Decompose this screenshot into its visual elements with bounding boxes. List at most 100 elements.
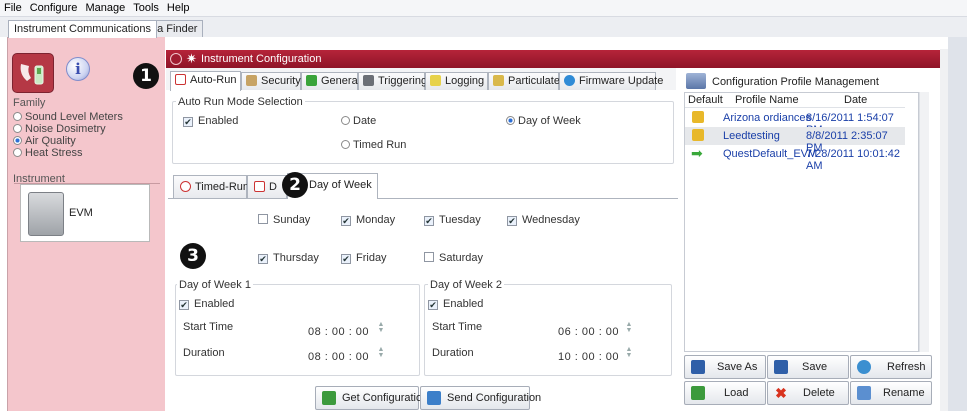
spinner-icon[interactable]: ▲ ▼ bbox=[377, 346, 385, 359]
tab-general[interactable]: General bbox=[301, 72, 360, 90]
family-noise-dosimetry[interactable]: Noise Dosimetry bbox=[13, 123, 106, 135]
save-button[interactable]: Save bbox=[767, 355, 849, 379]
menu-tools[interactable]: Tools bbox=[129, 0, 163, 14]
column-date[interactable]: Date bbox=[844, 94, 867, 106]
config-title-bar: ✷ Instrument Configuration bbox=[166, 50, 945, 68]
family-heat-stress[interactable]: Heat Stress bbox=[13, 147, 82, 159]
spinner-icon[interactable]: ▲ ▼ bbox=[377, 321, 385, 334]
clock-icon bbox=[180, 181, 191, 192]
checkbox-label: Enabled bbox=[443, 298, 484, 310]
day-wednesday-checkbox[interactable]: ✔ Wednesday bbox=[507, 214, 580, 226]
auto-run-group-label: Auto Run Mode Selection bbox=[176, 96, 305, 108]
day-sunday-checkbox[interactable]: Sunday bbox=[258, 214, 310, 226]
column-default[interactable]: Default bbox=[688, 94, 723, 106]
day-label: Saturday bbox=[439, 252, 484, 264]
button-label: Rename bbox=[883, 387, 925, 399]
get-configuration-button[interactable]: Get Configuration bbox=[315, 386, 428, 410]
radio-icon bbox=[341, 140, 350, 149]
checkbox-checked-icon: ✔ bbox=[183, 117, 193, 127]
spinner-icon[interactable]: ▲ ▼ bbox=[625, 346, 633, 359]
profile-row[interactable]: ➡ QuestDefault_EVM 7/28/2011 10:01:42 AM bbox=[685, 145, 905, 172]
family-sound-level-meters[interactable]: Sound Level Meters bbox=[13, 111, 123, 123]
checkbox-checked-icon: ✔ bbox=[258, 254, 268, 264]
spinner-icon[interactable]: ▲ ▼ bbox=[625, 321, 633, 334]
mode-date-radio[interactable]: Date bbox=[341, 115, 376, 127]
unlock-icon bbox=[692, 111, 704, 123]
profiles-icon bbox=[686, 73, 706, 89]
dow2-enabled-checkbox[interactable]: ✔ Enabled bbox=[428, 298, 483, 310]
upload-icon bbox=[427, 391, 441, 405]
dow2-start-label: Start Time bbox=[432, 321, 483, 333]
button-label: Send Configuration bbox=[447, 392, 542, 404]
table-header-divider bbox=[685, 107, 905, 108]
rename-icon bbox=[857, 386, 871, 400]
tab-label: Particulate bbox=[508, 75, 560, 87]
rename-button[interactable]: Rename bbox=[850, 381, 932, 405]
profile-scrollbar[interactable] bbox=[919, 92, 929, 352]
dow2-start-time-input[interactable]: 06 : 00 : 00 bbox=[558, 326, 619, 338]
menu-manage[interactable]: Manage bbox=[81, 0, 129, 14]
send-configuration-button[interactable]: Send Configuration bbox=[420, 386, 541, 410]
tab-logging[interactable]: Logging bbox=[425, 72, 488, 90]
delete-button[interactable]: ✖ Delete bbox=[767, 381, 849, 405]
subtab-label: D bbox=[269, 181, 277, 193]
day-label: Wednesday bbox=[522, 214, 580, 226]
trigger-icon bbox=[363, 75, 374, 86]
save-as-button[interactable]: Save As bbox=[684, 355, 766, 379]
profile-row[interactable]: Arizona ordiances 8/16/2011 1:54:07 PM bbox=[685, 109, 905, 136]
dow1-duration-label: Duration bbox=[183, 347, 225, 359]
main-scrollbar[interactable] bbox=[940, 49, 948, 411]
menu-file[interactable]: File bbox=[0, 0, 26, 14]
tab-particulate[interactable]: Particulate bbox=[488, 72, 560, 90]
refresh-button[interactable]: Refresh bbox=[850, 355, 932, 379]
load-button[interactable]: Load bbox=[684, 381, 766, 405]
button-label: Delete bbox=[803, 387, 835, 399]
day-monday-checkbox[interactable]: ✔ Monday bbox=[341, 214, 395, 226]
app-tab-strip: Instrument Communications Data Finder bbox=[0, 17, 967, 38]
subtab-timed-run[interactable]: Timed-Run bbox=[173, 175, 249, 198]
instrument-comm-icon[interactable] bbox=[12, 53, 54, 93]
subtab-date[interactable]: D bbox=[247, 175, 287, 198]
unlock-icon bbox=[692, 129, 704, 141]
auto-run-enabled-checkbox[interactable]: ✔ Enabled bbox=[183, 115, 238, 127]
checkbox-label: Enabled bbox=[198, 115, 239, 127]
day-label: Sunday bbox=[273, 214, 311, 226]
family-option-label: Heat Stress bbox=[25, 147, 83, 159]
dow2-duration-input[interactable]: 10 : 00 : 00 bbox=[558, 351, 619, 363]
menu-help[interactable]: Help bbox=[163, 0, 194, 14]
tab-security[interactable]: Security bbox=[241, 72, 301, 90]
tab-label: Security bbox=[261, 75, 301, 87]
callout-badge-2: 2 bbox=[282, 172, 308, 198]
dow1-start-time-input[interactable]: 08 : 00 : 00 bbox=[308, 326, 369, 338]
radio-label: Date bbox=[353, 115, 377, 127]
tab-instrument-communications[interactable]: Instrument Communications bbox=[8, 20, 157, 38]
mode-day-of-week-radio[interactable]: Day of Week bbox=[506, 115, 581, 127]
button-label: Refresh bbox=[887, 361, 926, 373]
checkbox-checked-icon: ✔ bbox=[341, 216, 351, 226]
info-icon[interactable]: i bbox=[66, 57, 90, 81]
profile-row[interactable]: Leedtesting 8/8/2011 2:35:07 PM bbox=[685, 127, 905, 154]
radio-icon bbox=[13, 124, 22, 133]
dow1-duration-input[interactable]: 08 : 00 : 00 bbox=[308, 351, 369, 363]
family-air-quality[interactable]: Air Quality bbox=[13, 135, 76, 147]
dow1-label: Day of Week 1 bbox=[177, 279, 253, 291]
dow1-enabled-checkbox[interactable]: ✔ Enabled bbox=[179, 298, 234, 310]
tab-firmware-update[interactable]: Firmware Update bbox=[559, 72, 663, 90]
tab-auto-run[interactable]: Auto-Run bbox=[170, 71, 241, 91]
collapse-icon[interactable] bbox=[170, 53, 182, 65]
column-profile-name[interactable]: Profile Name bbox=[735, 94, 799, 106]
day-tuesday-checkbox[interactable]: ✔ Tuesday bbox=[424, 214, 481, 226]
tab-triggering[interactable]: Triggering bbox=[358, 72, 428, 90]
day-friday-checkbox[interactable]: ✔ Friday bbox=[341, 252, 387, 264]
checkbox-checked-icon: ✔ bbox=[507, 216, 517, 226]
tab-label: Triggering bbox=[378, 75, 428, 87]
day-thursday-checkbox[interactable]: ✔ Thursday bbox=[258, 252, 319, 264]
callout-badge-1: 1 bbox=[133, 63, 159, 89]
menu-configure[interactable]: Configure bbox=[26, 0, 82, 14]
particulate-icon bbox=[493, 75, 504, 86]
mode-timed-run-radio[interactable]: Timed Run bbox=[341, 139, 406, 151]
radio-selected-icon bbox=[13, 136, 22, 145]
instrument-name: EVM bbox=[69, 207, 93, 219]
subtab-divider bbox=[168, 198, 678, 199]
day-saturday-checkbox[interactable]: Saturday bbox=[424, 252, 483, 264]
